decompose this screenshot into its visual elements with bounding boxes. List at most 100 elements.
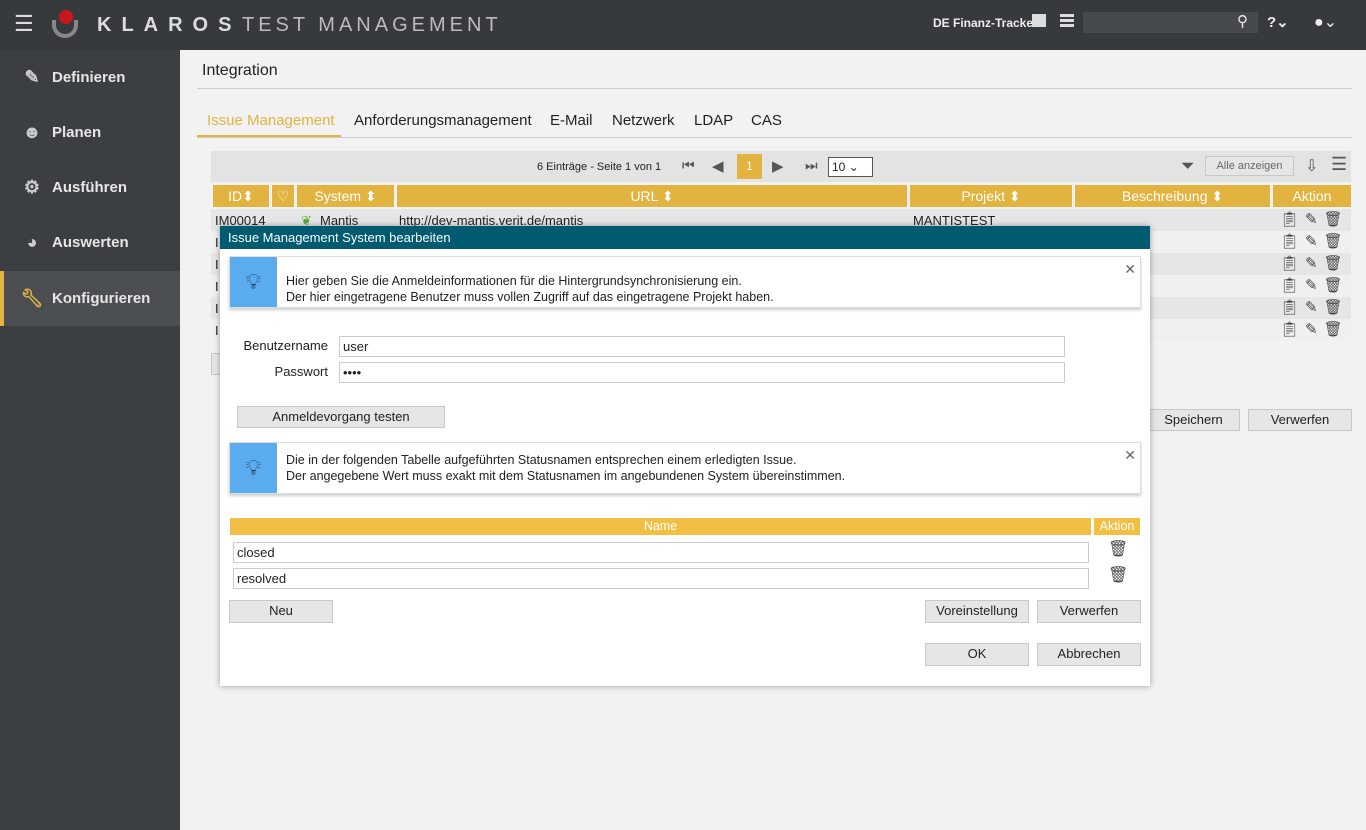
- discard-button[interactable]: Verwerfen: [1248, 409, 1352, 431]
- tab-netzwerk[interactable]: Netzwerk: [612, 112, 675, 129]
- defaults-button[interactable]: Voreinstellung: [925, 600, 1029, 623]
- row-id: I: [215, 235, 219, 250]
- klaros-logo: [50, 10, 80, 40]
- username-label: Benutzername: [243, 338, 328, 353]
- export-icon[interactable]: ⇩: [1305, 156, 1318, 176]
- info-box-credentials: 💡︎ Hier geben Sie die Anmeldeinformation…: [229, 256, 1141, 308]
- pie-chart-icon: ◕: [26, 232, 38, 252]
- info-text: Der hier eingetragene Benutzer muss voll…: [286, 290, 774, 304]
- first-page-icon[interactable]: ⏮: [682, 157, 695, 174]
- tab-cas[interactable]: CAS: [751, 112, 782, 129]
- tab-ldap[interactable]: LDAP: [694, 112, 733, 129]
- page-size-value: 10: [832, 160, 846, 174]
- last-page-icon[interactable]: ⏭: [805, 157, 818, 174]
- page-size-select[interactable]: 10 ⌄: [828, 157, 873, 177]
- sidebar-item-label: Auswerten: [52, 234, 129, 251]
- sidebar-item-auswerten[interactable]: ◕ Auswerten: [0, 215, 180, 270]
- pager-info: 6 Einträge - Seite 1 von 1: [537, 161, 662, 173]
- tab-anforderungsmanagement[interactable]: Anforderungsmanagement: [354, 112, 532, 129]
- column-header-beschreibung[interactable]: Beschreibung ⬍: [1075, 185, 1270, 207]
- help-icon[interactable]: ?⌄: [1267, 13, 1289, 31]
- header-label: ID: [228, 188, 243, 204]
- sidebar-item-label: Definieren: [52, 69, 126, 86]
- lightbulb-icon: 💡︎: [230, 257, 277, 307]
- next-page-icon[interactable]: ▶: [772, 157, 784, 175]
- status-name-field[interactable]: closed: [233, 542, 1089, 563]
- test-login-button[interactable]: Anmeldevorgang testen: [237, 406, 445, 428]
- save-button[interactable]: Speichern: [1147, 409, 1240, 431]
- lightbulb-icon: 💡︎: [230, 443, 277, 493]
- close-icon[interactable]: ✕: [1124, 261, 1136, 278]
- delete-icon[interactable]: 🗑︎: [1108, 565, 1128, 585]
- column-header-aktion: Aktion: [1273, 185, 1351, 207]
- tab-issue-management[interactable]: Issue Management: [207, 112, 335, 129]
- tab-divider: [197, 137, 1352, 138]
- close-icon[interactable]: ✕: [1124, 447, 1136, 464]
- product-name: TEST MANAGEMENT: [242, 14, 502, 36]
- dialog-title: Issue Management System bearbeiten: [220, 226, 1150, 249]
- row-actions-icons[interactable]: 📋︎✎🗑︎: [1280, 210, 1349, 228]
- column-header-info: ♡: [272, 185, 294, 207]
- password-field[interactable]: ••••: [339, 362, 1065, 383]
- row-id: I: [215, 257, 219, 272]
- show-all-button[interactable]: Alle anzeigen: [1205, 156, 1294, 176]
- column-header-id[interactable]: ID⬍: [213, 185, 269, 207]
- sidebar-item-definieren[interactable]: ✎ Definieren: [0, 50, 180, 105]
- search-input[interactable]: [1083, 12, 1258, 33]
- header-label: URL: [630, 188, 658, 204]
- row-id: I: [215, 279, 219, 294]
- page-title: Integration: [202, 62, 278, 79]
- info-text: Hier geben Sie die Anmeldeinformationen …: [286, 274, 742, 288]
- sidebar-item-label: Konfigurieren: [52, 290, 151, 307]
- status-column-name: Name: [230, 518, 1091, 535]
- row-actions-icons[interactable]: 📋︎✎🗑︎: [1280, 254, 1349, 272]
- project-selector[interactable]: DE Finanz-Tracker: [933, 16, 1038, 30]
- row-actions-icons[interactable]: 📋︎✎🗑︎: [1280, 276, 1349, 294]
- prev-page-icon[interactable]: ◀: [712, 157, 724, 175]
- info-box-status: 💡︎ Die in der folgenden Tabelle aufgefüh…: [229, 442, 1141, 494]
- cancel-button[interactable]: Abbrechen: [1037, 643, 1141, 666]
- row-id: I: [215, 323, 219, 338]
- archive-icon[interactable]: [1032, 14, 1046, 27]
- server-icon[interactable]: [1060, 14, 1074, 27]
- status-name-field[interactable]: resolved: [233, 568, 1089, 589]
- tab-email[interactable]: E-Mail: [550, 112, 593, 129]
- delete-icon[interactable]: 🗑︎: [1108, 539, 1128, 559]
- row-actions-icons[interactable]: 📋︎✎🗑︎: [1280, 232, 1349, 250]
- top-bar: ☰ KLAROS TEST MANAGEMENT DE Finanz-Track…: [0, 0, 1366, 50]
- search-icon[interactable]: ⚲: [1237, 12, 1248, 30]
- brand: KLAROS: [97, 14, 242, 36]
- header-label: Beschreibung: [1121, 188, 1208, 204]
- column-menu-icon[interactable]: ☰: [1331, 154, 1347, 175]
- row-actions-icons[interactable]: 📋︎✎🗑︎: [1280, 298, 1349, 316]
- menu-icon[interactable]: ☰: [14, 11, 34, 37]
- header-label: Projekt: [961, 188, 1005, 204]
- header-label: System: [314, 188, 362, 204]
- edit-issue-system-dialog: Issue Management System bearbeiten 💡︎ Hi…: [220, 226, 1150, 686]
- sidebar: ✎ Definieren ☻ Planen ⚙ Ausführen ◕ Auswerte…: [0, 50, 180, 830]
- sidebar-item-label: Planen: [52, 124, 102, 141]
- users-icon: ☻: [22, 122, 42, 142]
- username-field[interactable]: user: [339, 336, 1065, 357]
- row-actions-icons[interactable]: 📋︎✎🗑︎: [1280, 320, 1349, 338]
- info-text: Der angegebene Wert muss exakt mit dem S…: [286, 469, 846, 483]
- ok-button[interactable]: OK: [925, 643, 1029, 666]
- divider: [197, 88, 1352, 89]
- wrench-icon: 🔧︎: [20, 288, 44, 308]
- sidebar-item-konfigurieren[interactable]: 🔧︎ Konfigurieren: [0, 271, 180, 326]
- status-column-aktion: Aktion: [1094, 518, 1140, 535]
- row-id: I: [215, 301, 219, 316]
- sidebar-item-planen[interactable]: ☻ Planen: [0, 105, 180, 160]
- new-status-button[interactable]: Neu: [229, 600, 333, 623]
- column-header-projekt[interactable]: Projekt ⬍: [910, 185, 1072, 207]
- discard-status-button[interactable]: Verwerfen: [1037, 600, 1141, 623]
- info-text: Die in der folgenden Tabelle aufgeführte…: [286, 453, 797, 467]
- user-icon[interactable]: ●⌄: [1314, 12, 1337, 32]
- filter-icon[interactable]: ⏷: [1181, 156, 1195, 176]
- gear-icon: ⚙: [23, 177, 41, 197]
- page-1-button[interactable]: 1: [737, 154, 762, 179]
- edit-icon: ✎: [24, 67, 40, 87]
- column-header-url[interactable]: URL ⬍: [397, 185, 907, 207]
- sidebar-item-ausfuehren[interactable]: ⚙ Ausführen: [0, 160, 180, 215]
- column-header-system[interactable]: System ⬍: [297, 185, 394, 207]
